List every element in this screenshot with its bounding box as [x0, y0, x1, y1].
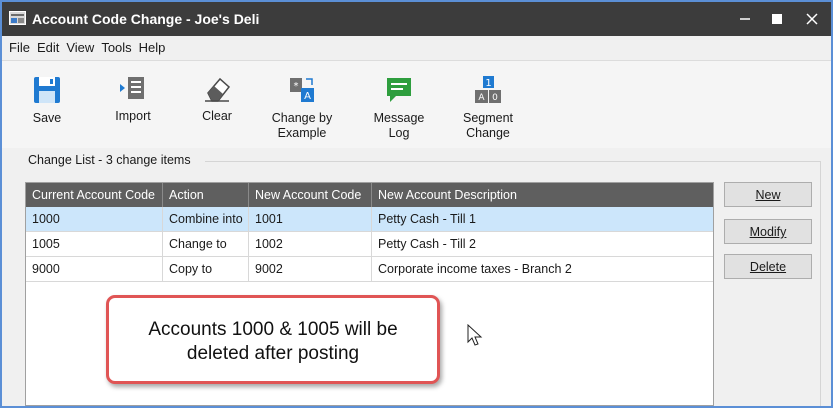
svg-text:0: 0: [492, 93, 498, 103]
import-label: Import: [115, 109, 151, 123]
account-code-change-window: Account Code Change - Joe's Deli File Ed…: [0, 0, 833, 408]
cell-current-account-code: 9000: [26, 257, 163, 281]
import-icon: [120, 77, 144, 99]
minimize-icon[interactable]: [730, 6, 760, 32]
menu-help[interactable]: Help: [132, 36, 166, 58]
clear-button[interactable]: Clear: [196, 75, 238, 124]
app-icon: [9, 11, 26, 25]
column-header-new-account-description[interactable]: New Account Description: [372, 183, 713, 207]
message-log-icon: [387, 78, 411, 102]
group-divider: [205, 161, 821, 162]
segment-change-icon: 1 A 0: [475, 76, 501, 103]
mouse-cursor-icon: [467, 324, 483, 346]
segment-change-label-2: Change: [466, 126, 510, 140]
callout-line-1: Accounts 1000 & 1005 will be: [148, 319, 398, 340]
eraser-icon: [205, 77, 231, 102]
callout-line-2: deleted after posting: [186, 343, 360, 364]
menu-bar: File Edit View Tools Help: [2, 36, 831, 58]
message-log-label-2: Log: [388, 126, 410, 140]
svg-text:A: A: [478, 93, 485, 103]
svg-text:A: A: [304, 91, 311, 102]
title-bar: Account Code Change - Joe's Deli: [2, 2, 831, 36]
modify-button[interactable]: Modify: [724, 219, 812, 244]
cell-new-account-code: 9002: [249, 257, 372, 281]
message-log-label-1: Message: [373, 111, 425, 125]
message-log-button[interactable]: Message Log: [370, 75, 428, 141]
delete-button[interactable]: Delete: [724, 254, 812, 279]
save-icon: [34, 77, 60, 103]
table-row[interactable]: 9000 Copy to 9002 Corporate income taxes…: [26, 257, 713, 282]
segment-change-label-1: Segment: [462, 111, 514, 125]
cell-new-account-description: Corporate income taxes - Branch 2: [378, 262, 572, 276]
svg-text:1: 1: [485, 78, 491, 89]
change-by-example-button[interactable]: * A Change by Example: [264, 75, 340, 141]
cell-new-account-code: 1001: [249, 207, 372, 231]
toolbar: Save Import Clear * A Change by Example …: [2, 60, 831, 148]
grid-header: Current Account Code Action New Account …: [26, 183, 713, 207]
table-row[interactable]: 1005 Change to 1002 Petty Cash - Till 2: [26, 232, 713, 257]
cell-new-account-description: Petty Cash - Till 1: [378, 212, 476, 226]
column-header-current-account-code[interactable]: Current Account Code: [26, 183, 163, 207]
menu-edit[interactable]: Edit: [30, 36, 59, 58]
cell-action: Combine into: [163, 207, 249, 231]
import-button[interactable]: Import: [110, 75, 156, 124]
cell-action: Copy to: [163, 257, 249, 281]
window-title: Account Code Change - Joe's Deli: [32, 11, 260, 27]
segment-change-button[interactable]: 1 A 0 Segment Change: [458, 75, 518, 141]
column-header-new-account-code[interactable]: New Account Code: [249, 183, 372, 207]
menu-file[interactable]: File: [2, 36, 30, 58]
change-by-example-label-2: Example: [277, 126, 327, 140]
maximize-icon[interactable]: [762, 6, 792, 32]
new-button[interactable]: New: [724, 182, 812, 207]
cell-new-account-code: 1002: [249, 232, 372, 256]
cell-current-account-code: 1000: [26, 207, 163, 231]
change-by-example-icon: * A: [290, 78, 314, 102]
table-row[interactable]: 1000 Combine into 1001 Petty Cash - Till…: [26, 207, 713, 232]
save-label: Save: [32, 111, 62, 125]
cell-current-account-code: 1005: [26, 232, 163, 256]
column-header-action[interactable]: Action: [163, 183, 249, 207]
cell-new-account-description: Petty Cash - Till 2: [378, 237, 476, 251]
group-divider-right: [820, 161, 821, 406]
callout-annotation: Accounts 1000 & 1005 will be deleted aft…: [106, 295, 440, 384]
close-icon[interactable]: [797, 6, 827, 32]
change-by-example-label-1: Change by: [271, 111, 333, 125]
svg-text:*: *: [294, 81, 299, 92]
menu-view[interactable]: View: [59, 36, 94, 58]
cell-action: Change to: [163, 232, 249, 256]
change-list-group-label: Change List - 3 change items: [28, 153, 191, 167]
save-button[interactable]: Save: [27, 75, 67, 126]
clear-label: Clear: [202, 109, 232, 123]
menu-tools[interactable]: Tools: [94, 36, 131, 58]
